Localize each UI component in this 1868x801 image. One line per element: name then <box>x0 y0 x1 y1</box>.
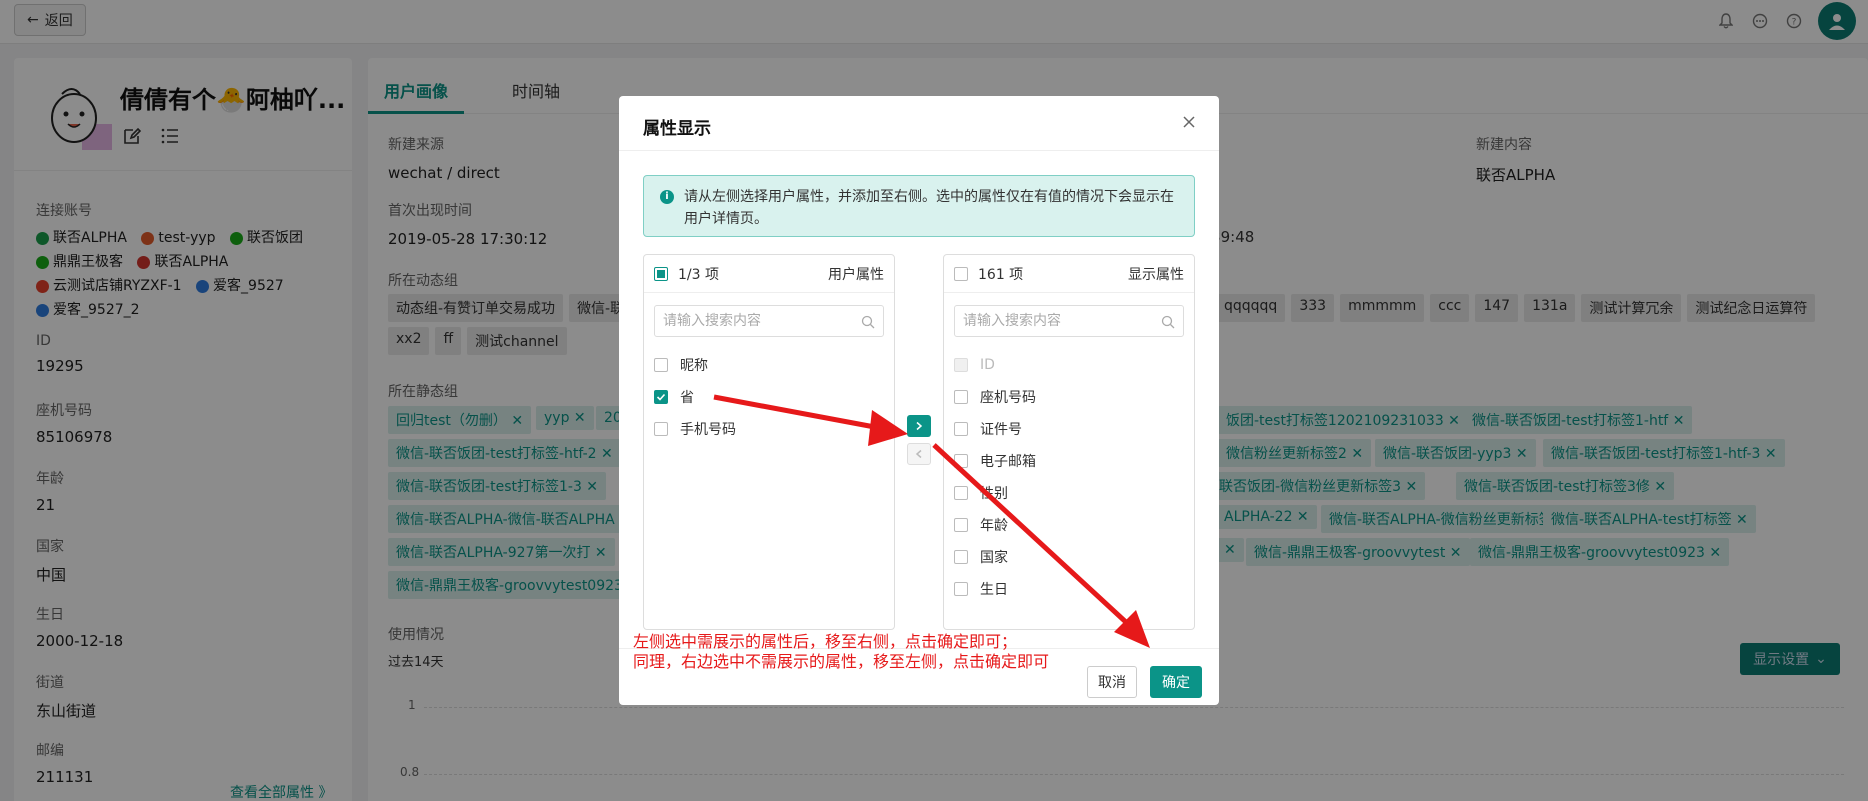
annotation-line: 左侧选中需展示的属性后，移至右侧，点击确定即可； <box>633 632 1018 651</box>
annotation-arrow <box>932 443 1130 626</box>
annotation-arrows <box>713 394 1150 648</box>
annotation-line: 同理，右边选中不需展示的属性，移至左侧，点击确定即可 <box>633 652 1050 671</box>
arrow-head <box>868 410 908 446</box>
annotation-arrow <box>713 394 881 431</box>
annotation-text: 左侧选中需展示的属性后，移至右侧，点击确定即可； 同理，右边选中不需展示的属性，… <box>633 632 1049 672</box>
